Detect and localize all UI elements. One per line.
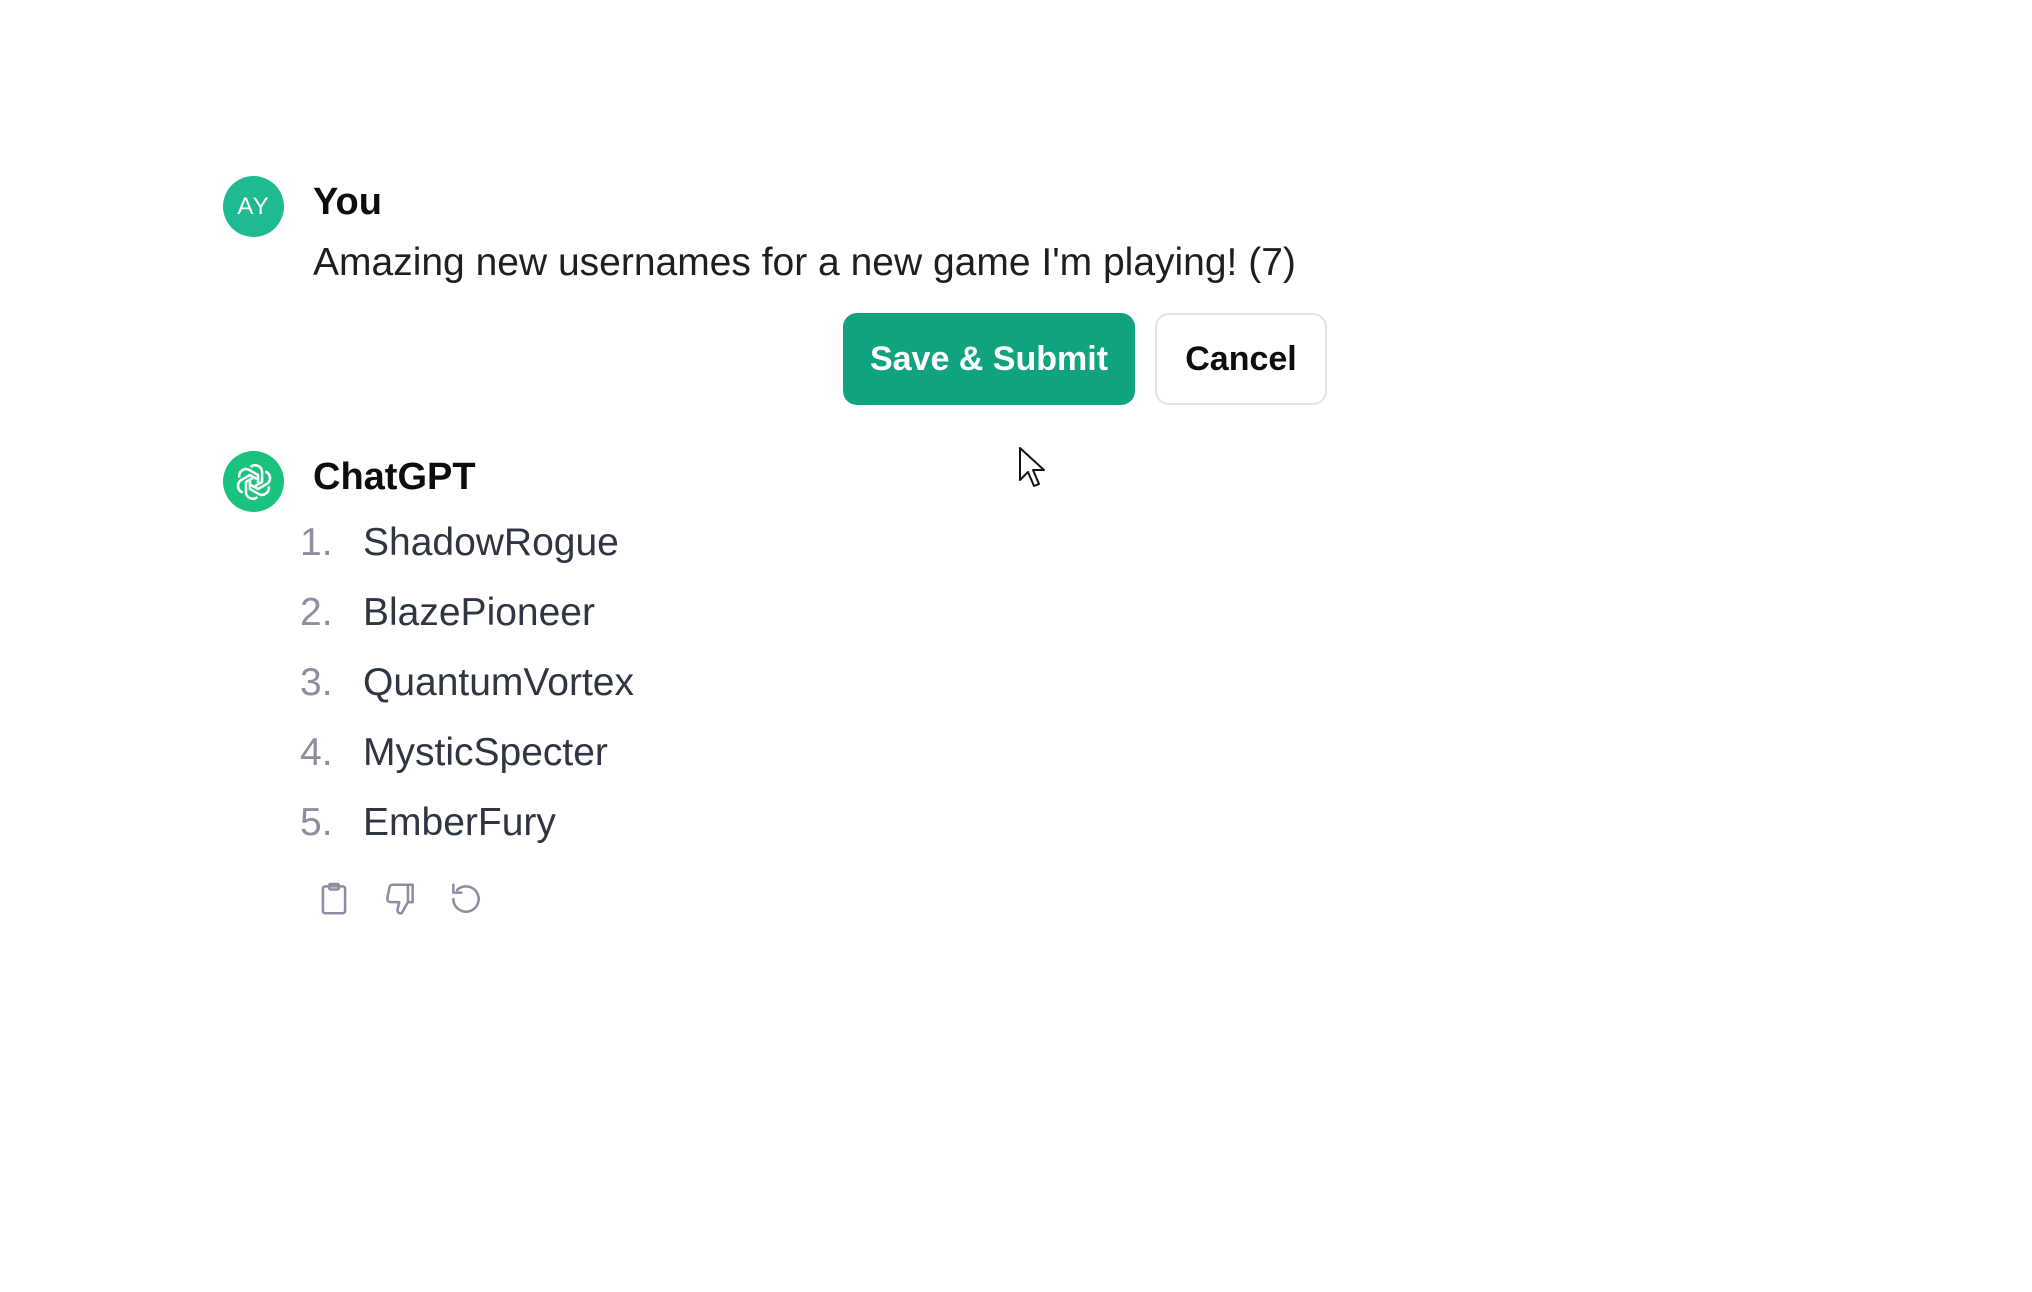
list-item: 3. QuantumVortex [300,655,634,725]
user-author-label: You [313,181,382,223]
list-item-number: 4. [300,731,333,774]
openai-logo-icon [236,463,271,500]
copy-icon [321,882,347,915]
user-avatar: AY [223,176,284,237]
list-item-text: BlazePioneer [363,591,595,634]
list-item-text: EmberFury [363,801,556,844]
thumbs-down-button[interactable] [379,878,421,920]
regenerate-icon [452,883,480,913]
list-item-text: MysticSpecter [363,731,608,774]
list-item: 5. EmberFury [300,795,634,865]
cancel-button[interactable]: Cancel [1155,313,1327,405]
list-item-number: 1. [300,521,333,564]
list-item: 2. BlazePioneer [300,585,634,655]
username-list: 1. ShadowRogue 2. BlazePioneer 3. Quantu… [300,515,634,865]
list-item-text: QuantumVortex [363,661,634,704]
chat-page: AY You Amazing new usernames for a new g… [0,0,2032,1292]
mouse-cursor-icon [1019,447,1045,487]
thumbs-down-icon [386,883,414,915]
copy-button[interactable] [313,878,355,920]
list-item: 1. ShadowRogue [300,515,634,585]
user-avatar-initials: AY [237,192,270,220]
message-actions [313,878,487,920]
list-item-text: ShadowRogue [363,521,619,564]
regenerate-button[interactable] [445,878,487,920]
chatgpt-author-label: ChatGPT [313,456,476,498]
list-item-number: 2. [300,591,333,634]
edit-message-input[interactable]: Amazing new usernames for a new game I'm… [313,240,1296,286]
chatgpt-avatar [223,451,284,512]
list-item: 4. MysticSpecter [300,725,634,795]
list-item-number: 5. [300,801,333,844]
list-item-number: 3. [300,661,333,704]
save-submit-button[interactable]: Save & Submit [843,313,1135,405]
